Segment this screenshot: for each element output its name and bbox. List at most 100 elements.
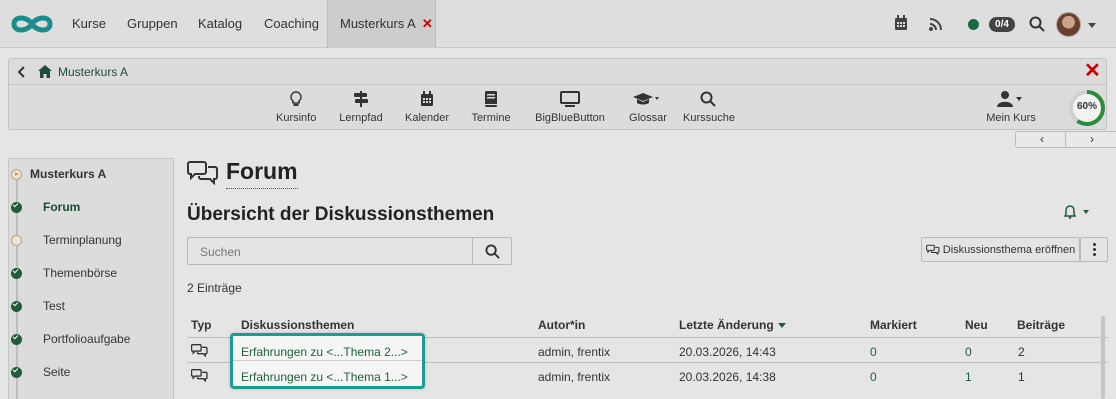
menu-root-label: Musterkurs A	[30, 167, 107, 181]
thread-link[interactable]: Erfahrungen zu <...Thema 1...>	[241, 370, 408, 384]
nav-tab-coaching[interactable]: Coaching	[264, 0, 319, 48]
bell-icon[interactable]	[1064, 205, 1090, 219]
menu-item-test[interactable]: Test	[0, 290, 174, 323]
col-header-typ: Typ	[191, 318, 212, 332]
tool-kurssuche[interactable]: Kurssuche	[683, 89, 735, 124]
menu-item-terminplanung[interactable]: Terminplanung	[0, 224, 174, 257]
book-icon	[471, 89, 511, 109]
thread-author: admin, frentix	[538, 345, 611, 359]
close-tab-icon[interactable]: ✕	[422, 16, 433, 31]
play-icon	[11, 169, 22, 180]
course-toolbar: Musterkurs A ✕ Kursinfo Lernpfad Kalende…	[8, 58, 1107, 130]
tool-bigbluebutton[interactable]: BigBlueButton	[529, 89, 611, 124]
tool-label: Kalender	[405, 112, 450, 124]
col-header-changed-label: Letzte Änderung	[679, 318, 774, 332]
thread-changed: 20.03.2026, 14:43	[679, 345, 776, 359]
logo-icon[interactable]	[10, 12, 54, 36]
home-icon[interactable]	[38, 65, 52, 78]
thread-posts: 1	[1018, 370, 1025, 384]
menu-root[interactable]: Musterkurs A	[0, 158, 174, 191]
lightbulb-icon	[276, 89, 316, 109]
search-icon[interactable]	[1029, 16, 1045, 32]
menu-item-label: Themenbörse	[43, 266, 118, 280]
menu-item-themenboerse[interactable]: Themenbörse	[0, 257, 174, 290]
tool-label: Glossar	[629, 112, 667, 124]
thread-marked[interactable]: 0	[870, 370, 877, 384]
next-node-button[interactable]: ›	[1065, 131, 1116, 148]
check-icon	[11, 267, 22, 279]
forum-icon	[925, 244, 940, 255]
tool-label: Lernpfad	[339, 112, 383, 124]
menu-item-portfolioaufgabe[interactable]: Portfolioaufgabe	[0, 323, 174, 356]
more-options-button[interactable]	[1080, 237, 1108, 262]
thread-new[interactable]: 1	[965, 370, 972, 384]
nav-tab-kurse[interactable]: Kurse	[72, 0, 106, 48]
col-header-posts[interactable]: Beiträge	[1017, 318, 1065, 332]
thread-new[interactable]: 0	[965, 345, 972, 359]
scrollbar[interactable]	[1101, 316, 1105, 399]
tool-label: Termine	[471, 112, 511, 124]
tool-kalender[interactable]: Kalender	[405, 89, 449, 124]
col-header-new[interactable]: Neu	[965, 318, 988, 332]
search-input[interactable]: Suchen	[187, 237, 473, 265]
my-course-label: Mein Kurs	[986, 112, 1036, 124]
entries-count: 2 Einträge	[187, 281, 242, 295]
thread-icon	[191, 368, 208, 382]
nav-tab-musterkurs-label: Musterkurs A	[340, 16, 416, 31]
menu-item-forum[interactable]: Forum	[0, 191, 174, 224]
new-thread-button[interactable]: Diskussionsthema eröffnen	[921, 237, 1080, 262]
thread-link[interactable]: Erfahrungen zu <...Thema 2...>	[241, 345, 408, 359]
my-course-menu[interactable]: Mein Kurs	[985, 89, 1037, 124]
calendar-icon[interactable]	[894, 15, 908, 31]
rss-icon[interactable]	[929, 17, 943, 31]
thread-author: admin, frentix	[538, 370, 611, 384]
search-button[interactable]	[472, 237, 512, 265]
search-icon	[683, 89, 733, 109]
calendar-icon	[405, 89, 449, 109]
monitor-icon	[529, 89, 611, 109]
tool-label: Kurssuche	[683, 112, 735, 124]
search-icon	[484, 243, 500, 259]
menu-item-label: Forum	[43, 200, 81, 214]
top-navigation: Kurse Gruppen Katalog Coaching Musterkur…	[0, 0, 1116, 48]
signpost-icon	[339, 89, 383, 109]
progress-ring: 60%	[1068, 89, 1106, 127]
graduation-cap-icon	[625, 89, 671, 109]
check-icon	[11, 300, 22, 312]
section-title: Übersicht der Diskussionsthemen	[187, 204, 495, 225]
open-circle-icon	[11, 235, 22, 246]
thread-marked[interactable]: 0	[870, 345, 877, 359]
col-header-changed[interactable]: Letzte Änderung	[679, 318, 786, 332]
menu-item-label: Seite	[43, 365, 71, 379]
menu-item-label: Terminplanung	[43, 233, 122, 247]
notification-badge[interactable]: 0/4	[989, 17, 1015, 32]
chevron-down-icon[interactable]	[1088, 23, 1096, 28]
menu-item-label: Portfolioaufgabe	[43, 332, 131, 346]
nav-tab-musterkurs[interactable]: Musterkurs A ✕	[327, 0, 436, 48]
forum-icon	[187, 159, 219, 185]
avatar[interactable]	[1056, 12, 1081, 37]
sort-desc-icon	[777, 323, 786, 329]
tool-termine[interactable]: Termine	[471, 89, 511, 124]
tool-kursinfo[interactable]: Kursinfo	[276, 89, 316, 124]
user-icon	[985, 89, 1037, 109]
nav-tab-katalog[interactable]: Katalog	[198, 0, 242, 48]
tool-lernpfad[interactable]: Lernpfad	[339, 89, 383, 124]
course-header: Musterkurs A ✕	[9, 59, 1106, 85]
close-course-icon[interactable]: ✕	[1084, 61, 1101, 81]
check-icon	[11, 333, 22, 345]
nav-tab-gruppen[interactable]: Gruppen	[127, 0, 178, 48]
check-icon	[11, 201, 22, 213]
tool-label: Kursinfo	[276, 112, 317, 124]
thread-changed: 20.03.2026, 14:38	[679, 370, 776, 384]
col-header-marked[interactable]: Markiert	[870, 318, 917, 332]
col-header-topics[interactable]: Diskussionsthemen	[241, 318, 354, 332]
menu-item-seite[interactable]: Seite	[0, 356, 174, 389]
prev-node-button[interactable]: ‹	[1015, 131, 1069, 148]
back-icon[interactable]	[18, 66, 26, 78]
col-header-author[interactable]: Autor*in	[538, 318, 585, 332]
tool-glossar[interactable]: Glossar	[625, 89, 671, 124]
thread-icon	[191, 343, 208, 357]
breadcrumb[interactable]: Musterkurs A	[58, 65, 128, 79]
progress-label: 60%	[1076, 101, 1097, 112]
